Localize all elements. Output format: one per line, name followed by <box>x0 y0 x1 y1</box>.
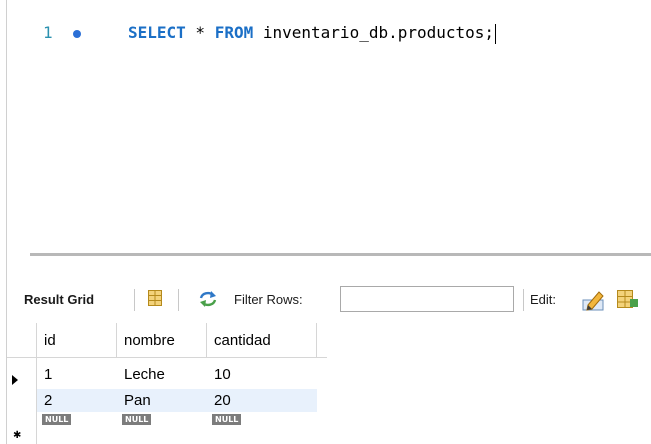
grid-header: id nombre cantidad <box>7 323 327 358</box>
null-badge[interactable]: NULL <box>122 414 152 425</box>
editor-line-1[interactable]: 1 SELECT * FROM inventario_db.productos; <box>7 18 651 48</box>
toolbar-separator <box>178 289 179 311</box>
cell-nombre[interactable]: Leche <box>117 363 207 386</box>
null-badge[interactable]: NULL <box>42 414 72 425</box>
edit-pencil-icon[interactable] <box>582 289 606 311</box>
filter-rows-input[interactable] <box>340 286 514 312</box>
toolbar-separator <box>523 289 524 311</box>
sql-editor[interactable]: 1 SELECT * FROM inventario_db.productos; <box>7 0 651 240</box>
new-row[interactable]: NULL NULL NULL <box>37 412 317 430</box>
cell-id[interactable]: 2 <box>37 389 117 412</box>
grid-icon[interactable] <box>148 290 162 306</box>
table-row[interactable]: 2 Pan 20 <box>37 389 317 412</box>
row-pointer-icon <box>12 375 18 385</box>
column-header-cantidad[interactable]: cantidad <box>207 323 317 358</box>
table-edit-icon[interactable] <box>617 290 639 310</box>
new-row-marker-icon: ✱ <box>13 430 22 441</box>
sql-workbench: 1 SELECT * FROM inventario_db.productos;… <box>0 0 651 444</box>
keyword-select: SELECT <box>128 23 186 42</box>
select-star: * <box>185 23 215 42</box>
column-header-nombre[interactable]: nombre <box>117 323 207 358</box>
edit-label: Edit: <box>530 292 557 307</box>
null-badge[interactable]: NULL <box>212 414 242 425</box>
cell-cantidad[interactable]: 10 <box>207 363 317 386</box>
keyword-from: FROM <box>214 23 254 42</box>
sql-statement[interactable]: SELECT * FROM inventario_db.productos; <box>128 18 497 48</box>
result-grid-tab[interactable]: Result Grid <box>24 292 94 307</box>
cell-id[interactable]: 1 <box>37 363 117 386</box>
cell-nombre[interactable]: Pan <box>117 389 207 412</box>
cell-cantidad[interactable]: 20 <box>207 389 317 412</box>
line-number: 1 <box>43 23 53 42</box>
result-grid[interactable]: id nombre cantidad 1 Leche 10 2 Pan 20 N… <box>7 323 327 444</box>
table-row[interactable]: 1 Leche 10 <box>37 363 317 386</box>
column-header-id[interactable]: id <box>37 323 117 358</box>
panel-splitter[interactable] <box>30 253 651 256</box>
refresh-icon[interactable] <box>198 290 218 308</box>
table-reference: inventario_db.productos; <box>253 23 495 42</box>
statement-marker-icon <box>73 30 81 38</box>
text-caret <box>495 23 497 44</box>
result-toolbar: Result Grid Filter Rows: Edit: <box>7 283 651 317</box>
toolbar-separator <box>134 289 135 311</box>
filter-rows-label: Filter Rows: <box>234 292 303 307</box>
